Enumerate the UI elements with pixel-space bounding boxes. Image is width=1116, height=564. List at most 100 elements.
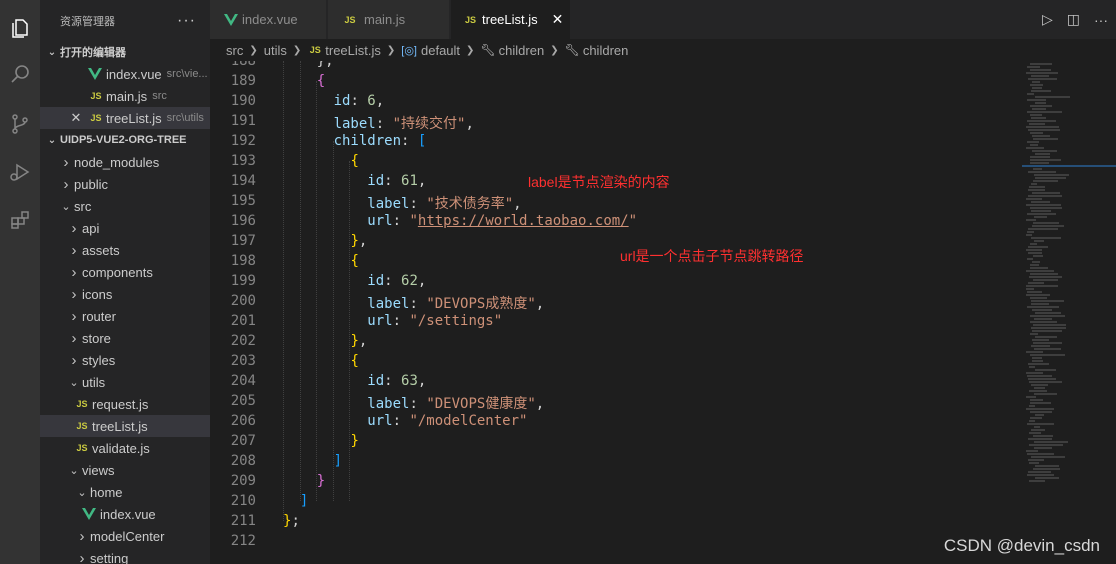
extensions-icon[interactable]	[4, 204, 36, 236]
tree-item-label: setting	[90, 550, 129, 564]
line-number: 211	[230, 513, 256, 529]
split-editor-icon[interactable]: ◫	[1067, 11, 1080, 28]
minimap-line	[1028, 228, 1058, 230]
minimap-line	[1032, 108, 1046, 110]
minimap-line	[1033, 168, 1042, 170]
run-icon[interactable]: ▷	[1042, 11, 1053, 28]
tree-file[interactable]: JS validate.js	[40, 437, 210, 459]
code-token: url	[367, 413, 393, 429]
breadcrumb-item[interactable]: treeList.js	[325, 43, 381, 58]
minimap-line	[1030, 162, 1049, 164]
project-header[interactable]: ⌄ UIDP5-VUE2-ORG-TREE	[40, 129, 210, 151]
more-actions-icon[interactable]: ···	[1094, 12, 1108, 28]
minimap-line	[1032, 261, 1040, 263]
code-token: },	[283, 61, 334, 69]
line-number: 209	[230, 473, 256, 489]
minimap-line	[1027, 291, 1042, 293]
breadcrumb-item[interactable]: src	[226, 43, 243, 58]
code-token: label	[367, 396, 410, 412]
source-control-icon[interactable]	[4, 108, 36, 140]
open-editors-header[interactable]: ⌄ 打开的编辑器	[40, 41, 210, 63]
close-icon[interactable]: ✕	[64, 110, 88, 126]
code-line: }	[283, 473, 325, 489]
line-number: 195	[230, 193, 256, 209]
tab-index-vue[interactable]: index.vue	[210, 0, 327, 39]
code-line: label: "DEVOPS健康度",	[283, 393, 544, 413]
tree-folder[interactable]: › modelCenter	[40, 525, 210, 547]
open-editor-item[interactable]: JS main.js src	[40, 85, 210, 107]
tree-item-label: api	[82, 220, 100, 236]
code-editor[interactable]: label是节点渲染的内容 url是一个点击子节点跳转路径 188 }, 189 …	[210, 61, 1022, 564]
tree-folder[interactable]: › setting	[40, 547, 210, 564]
tree-folder[interactable]: ⌄ utils	[40, 371, 210, 393]
code-token: {	[316, 73, 326, 89]
minimap-line	[1030, 399, 1043, 401]
tree-file[interactable]: JS treeList.js	[40, 415, 210, 437]
url-annotation: url是一个点击子节点跳转路径	[620, 248, 804, 264]
tree-folder[interactable]: › store	[40, 327, 210, 349]
breadcrumb-item[interactable]: default	[421, 43, 460, 58]
code-token: :	[375, 116, 393, 132]
tree-folder[interactable]: › node_modules	[40, 151, 210, 173]
breadcrumb-item[interactable]: children	[499, 43, 545, 58]
minimap-line	[1033, 138, 1058, 140]
code-token: ,	[358, 233, 368, 249]
minimap-line	[1035, 369, 1056, 371]
open-editor-item[interactable]: index.vue src\vie...	[40, 63, 210, 85]
line-number: 193	[230, 153, 256, 169]
minimap-line	[1030, 84, 1043, 86]
minimap-line	[1028, 171, 1056, 173]
code-token: id	[367, 173, 385, 189]
minimap-line	[1030, 105, 1052, 107]
file-name: index.vue	[106, 66, 162, 82]
minimap-line	[1030, 267, 1048, 269]
tree-folder[interactable]: › styles	[40, 349, 210, 371]
minimap-line	[1035, 102, 1046, 104]
more-actions-icon[interactable]: ···	[177, 12, 196, 30]
tree-folder[interactable]: › assets	[40, 239, 210, 261]
minimap-line	[1034, 447, 1052, 449]
chevron-right-icon: ›	[71, 241, 77, 259]
explorer-files-icon[interactable]	[4, 12, 36, 44]
minimap-line	[1026, 351, 1043, 353]
tree-folder[interactable]: ⌄ home	[40, 481, 210, 503]
tree-folder[interactable]: › icons	[40, 283, 210, 305]
tree-file[interactable]: index.vue	[40, 503, 210, 525]
code-token: }	[350, 433, 359, 449]
tree-item-label: utils	[82, 374, 106, 390]
code-line: id: 63,	[283, 373, 426, 389]
minimap-line	[1032, 357, 1042, 359]
search-icon[interactable]	[4, 58, 36, 90]
tree-folder[interactable]: › public	[40, 173, 210, 195]
tree-folder[interactable]: › api	[40, 217, 210, 239]
minimap-line	[1027, 258, 1033, 260]
tree-folder[interactable]: › components	[40, 261, 210, 283]
tab-main-js[interactable]: JS main.js	[328, 0, 450, 39]
tree-file[interactable]: JS request.js	[40, 393, 210, 415]
code-token: 6	[367, 93, 376, 109]
open-editor-item[interactable]: ✕ JS treeList.js src\utils	[40, 107, 210, 129]
close-icon[interactable]: ✕	[552, 11, 564, 28]
minimap-line	[1030, 243, 1037, 245]
minimap[interactable]	[1022, 61, 1116, 564]
minimap-line	[1031, 237, 1061, 239]
breadcrumb-item[interactable]: utils	[264, 43, 287, 58]
tree-folder[interactable]: ⌄ src	[40, 195, 210, 217]
tree-folder[interactable]: ⌄ views	[40, 459, 210, 481]
minimap-line	[1034, 441, 1068, 443]
minimap-line	[1030, 144, 1038, 146]
tree-folder[interactable]: › router	[40, 305, 210, 327]
minimap-line	[1032, 192, 1060, 194]
run-debug-icon[interactable]	[4, 156, 36, 188]
file-name: main.js	[106, 88, 148, 104]
tree-item-label: validate.js	[92, 440, 150, 456]
breadcrumb-item[interactable]: children	[583, 43, 629, 58]
minimap-line	[1031, 117, 1046, 119]
minimap-line	[1027, 474, 1054, 476]
code-token: https://world.taobao.com/	[417, 213, 629, 229]
tab-treelist-js[interactable]: JS treeList.js ✕	[451, 0, 571, 39]
minimap-line	[1029, 123, 1045, 125]
